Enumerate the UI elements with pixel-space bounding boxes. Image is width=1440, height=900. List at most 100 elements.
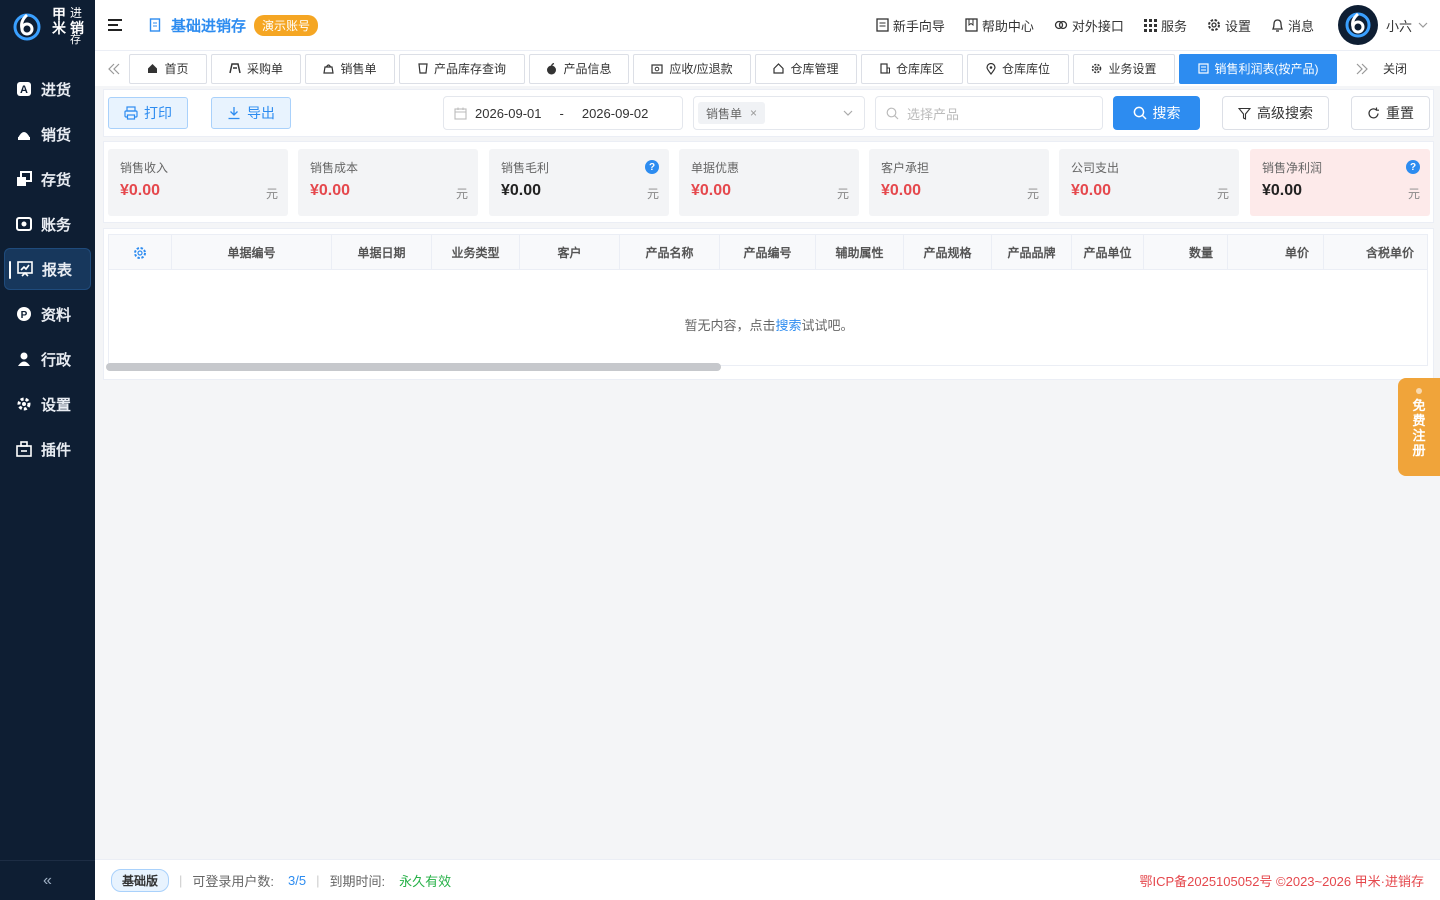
date-range-picker[interactable]: 2026-09-01 - 2026-09-02 — [443, 96, 683, 130]
stat-discount: 单据优惠 ¥0.00 元 — [679, 149, 859, 216]
download-icon — [228, 107, 240, 120]
sidebar-item-label: 资料 — [41, 306, 72, 324]
date-start[interactable]: 2026-09-01 — [475, 106, 542, 121]
reset-button[interactable]: 重置 — [1351, 96, 1430, 130]
column-header[interactable]: 辅助属性 — [816, 235, 904, 270]
column-header[interactable]: 产品单位 — [1072, 235, 1144, 270]
product-placeholder: 选择产品 — [907, 106, 960, 122]
bell-icon — [1271, 19, 1284, 32]
stat-label: 销售净利润 — [1262, 161, 1323, 175]
api-link[interactable]: 对外接口 — [1054, 16, 1124, 35]
stat-company-expense: 公司支出 ¥0.00 元 — [1059, 149, 1239, 216]
tab-sales-order[interactable]: 销售单 — [305, 53, 395, 84]
help-icon[interactable]: ? — [645, 160, 659, 174]
tab-scroll-right-icon[interactable] — [1347, 54, 1377, 84]
tab-warehouse[interactable]: 仓库管理 — [755, 53, 857, 84]
icp-link[interactable]: 鄂ICP备2025105052号 ©2023~2026 甲米·进销存 — [1139, 871, 1424, 890]
export-button[interactable]: 导出 — [211, 97, 291, 129]
tab-home[interactable]: 首页 — [129, 53, 207, 84]
sidebar-item-inventory[interactable]: 存货 — [4, 158, 91, 200]
help-link[interactable]: 帮助中心 — [965, 16, 1034, 35]
column-header[interactable]: 产品名称 — [620, 235, 720, 270]
logo-char-small: 进 — [70, 5, 83, 20]
service-link[interactable]: 服务 — [1143, 16, 1187, 35]
tab-product-info[interactable]: 产品信息 — [529, 53, 629, 84]
column-header[interactable]: 含税单价 — [1324, 235, 1427, 270]
search-button[interactable]: 搜索 — [1113, 96, 1200, 130]
plugin-icon — [16, 441, 32, 457]
close-tabs-button[interactable]: 关闭 — [1383, 60, 1407, 77]
sidebar-item-plugin[interactable]: 插件 — [4, 428, 91, 470]
building-icon — [880, 63, 890, 74]
column-header[interactable]: 数量 — [1144, 235, 1228, 270]
column-header[interactable]: 产品编号 — [720, 235, 816, 270]
advanced-search-button[interactable]: 高级搜索 — [1222, 96, 1329, 130]
sales-icon — [16, 126, 32, 142]
column-header[interactable]: 产品品牌 — [992, 235, 1072, 270]
stat-unit: 元 — [1216, 187, 1229, 201]
messages-label: 消息 — [1287, 18, 1314, 34]
tab-scroll-left-icon[interactable] — [99, 54, 129, 84]
avatar[interactable] — [1337, 5, 1378, 45]
sidebar-item-sales[interactable]: 销货 — [4, 113, 91, 155]
summary-stats: 销售收入 ¥0.00 元 销售成本 ¥0.00 元 销售毛利 ¥0.00 元 ?… — [103, 141, 1434, 223]
column-header[interactable]: 客户 — [520, 235, 620, 270]
tab-receivables[interactable]: 应收/应退款 — [633, 53, 751, 84]
header-actions: 新手向导 帮助中心 对外接口 服务 设置 消息 小六 — [876, 0, 1440, 50]
chip-close-icon[interactable]: × — [750, 106, 757, 120]
column-header[interactable]: 单价 — [1228, 235, 1324, 270]
guide-link[interactable]: 新手向导 — [876, 16, 945, 35]
stat-value: ¥0.00 — [691, 182, 732, 199]
column-header[interactable]: 单据编号 — [172, 235, 332, 270]
sidebar-collapse-button[interactable]: « — [0, 860, 95, 900]
api-icon — [1054, 20, 1068, 30]
column-header[interactable]: 单据日期 — [332, 235, 432, 270]
messages-link[interactable]: 消息 — [1271, 16, 1314, 35]
date-end[interactable]: 2026-09-02 — [582, 106, 649, 121]
sidebar-item-data[interactable]: P 资料 — [4, 293, 91, 335]
tab-stock-query[interactable]: 产品库存查询 — [399, 53, 525, 84]
apple-icon — [547, 62, 557, 74]
logo-text: 甲 进 米 销 存 — [52, 7, 84, 46]
gear-icon — [1092, 63, 1102, 74]
type-chip: 销售单 × — [698, 102, 766, 124]
location-icon — [986, 62, 996, 75]
tab-business-settings[interactable]: 业务设置 — [1073, 53, 1175, 84]
logo[interactable]: 甲 进 米 销 存 — [0, 0, 95, 52]
document-type-select[interactable]: 销售单 × — [693, 96, 865, 130]
tab-purchase-order[interactable]: 采购单 — [211, 53, 301, 84]
users-label: 可登录用户数: — [192, 873, 275, 889]
tab-warehouse-location[interactable]: 仓库库位 — [967, 53, 1069, 84]
stat-unit: 元 — [1407, 187, 1420, 201]
tab-sales-profit-report[interactable]: 销售利润表(按产品) — [1179, 53, 1337, 84]
sidebar-item-admin[interactable]: 行政 — [4, 338, 91, 380]
tab-label: 业务设置 — [1108, 62, 1157, 76]
sidebar-item-settings[interactable]: 设置 — [4, 383, 91, 425]
help-icon[interactable]: ? — [1406, 160, 1420, 174]
register-char: 免 — [1412, 398, 1426, 413]
sidebar-item-label: 报表 — [42, 261, 73, 279]
column-settings-icon[interactable] — [109, 235, 172, 270]
stat-unit: 元 — [836, 187, 849, 201]
column-header[interactable]: 产品规格 — [904, 235, 992, 270]
empty-search-link[interactable]: 搜索 — [775, 318, 801, 333]
menu-toggle-icon[interactable] — [95, 0, 135, 50]
print-button[interactable]: 打印 — [108, 97, 188, 129]
free-register-button[interactable]: 免 费 注 册 — [1398, 378, 1440, 476]
tab-warehouse-zone[interactable]: 仓库库区 — [861, 53, 963, 84]
settings-icon — [16, 396, 32, 412]
gear-icon — [1207, 19, 1220, 31]
type-chip-label: 销售单 — [706, 106, 743, 121]
column-header[interactable]: 业务类型 — [432, 235, 520, 270]
sidebar-item-finance[interactable]: 账务 — [4, 203, 91, 245]
expire-label: 到期时间: — [329, 873, 386, 889]
tab-label: 销售单 — [340, 62, 377, 76]
horizontal-scrollbar[interactable] — [106, 363, 721, 371]
stat-label: 公司支出 — [1071, 161, 1120, 175]
product-select[interactable]: 选择产品 — [875, 96, 1103, 130]
settings-link[interactable]: 设置 — [1207, 16, 1251, 35]
sidebar-item-report[interactable]: 报表 — [4, 248, 91, 290]
user-menu[interactable]: 小六 — [1386, 16, 1428, 35]
sidebar-item-purchase[interactable]: A 进货 — [4, 68, 91, 110]
stat-value: ¥0.00 — [1071, 182, 1112, 199]
